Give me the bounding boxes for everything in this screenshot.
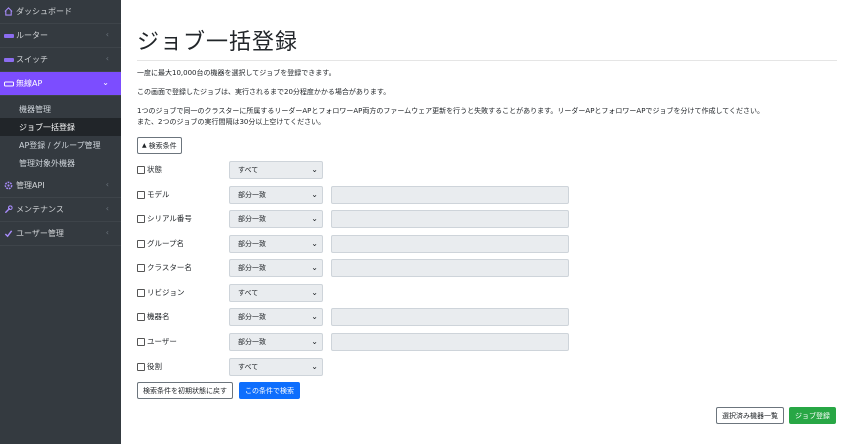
filter-label-cluster: クラスター名 <box>147 263 192 272</box>
sidebar: ダッシュボード ルーター ‹ スイッチ ‹ 無線AP ⌄ 機器管理 ジョブ一括登… <box>0 0 121 444</box>
filter-label-group: グループ名 <box>147 239 185 248</box>
chevron-down-icon: ⌄ <box>311 288 318 297</box>
filter-select-model-value: 部分一致 <box>238 191 266 199</box>
filter-select-role-value: すべて <box>238 363 259 371</box>
filter-label-model: モデル <box>147 190 170 199</box>
sidebar-item-bulk-job-registration[interactable]: ジョブ一括登録 <box>0 118 121 136</box>
sidebar-item-ap-group-management[interactable]: AP登録 / グループ管理 <box>0 136 121 154</box>
filter-checkbox-role[interactable] <box>137 363 145 371</box>
chevron-left-icon: ‹ <box>105 30 109 39</box>
home-icon <box>3 7 14 16</box>
search-conditions-toggle-label: 検索条件 <box>148 141 177 150</box>
router-icon <box>3 33 14 38</box>
filter-label-status: 状態 <box>147 165 162 174</box>
gear-icon <box>3 181 14 190</box>
caret-up-icon: ▲ <box>142 142 147 149</box>
filter-select-cluster-value: 部分一致 <box>238 264 266 272</box>
reset-search-button[interactable]: 検索条件を初期状態に戻す <box>137 382 233 399</box>
filter-select-group[interactable]: 部分一致 ⌄ <box>229 235 323 253</box>
access-point-icon <box>3 81 14 87</box>
sidebar-item-unmanaged-devices[interactable]: 管理対象外機器 <box>0 154 121 172</box>
page-title: ジョブ一括登録 <box>137 30 299 55</box>
sidebar-item-device-management[interactable]: 機器管理 <box>0 100 121 118</box>
filter-label-user: ユーザー <box>147 337 177 346</box>
nav-router-label: ルーター <box>16 31 48 40</box>
filter-select-revision[interactable]: すべて ⌄ <box>229 284 323 302</box>
filter-label-revision: リビジョン <box>147 288 185 297</box>
nav-wireless-ap-label: 無線AP <box>16 79 43 88</box>
nav-maintenance-label: メンテナンス <box>16 205 64 214</box>
chevron-left-icon: ‹ <box>105 180 109 189</box>
chevron-down-icon: ⌄ <box>311 190 318 199</box>
chevron-down-icon: ⌄ <box>311 263 318 272</box>
filter-checkbox-cluster[interactable] <box>137 264 145 272</box>
selected-devices-list-button[interactable]: 選択済み機器一覧 <box>716 407 784 424</box>
filter-checkbox-device-name[interactable] <box>137 313 145 321</box>
description-interval-warning: また、2つのジョブの実行間隔は30分以上空けてください。 <box>137 118 326 126</box>
nav-dashboard[interactable]: ダッシュボード <box>0 0 121 24</box>
filter-input-group[interactable] <box>331 235 569 253</box>
filter-input-cluster[interactable] <box>331 259 569 277</box>
chevron-left-icon: ‹ <box>105 54 109 63</box>
filter-select-revision-value: すべて <box>238 289 259 297</box>
filter-label-role: 役割 <box>147 362 162 371</box>
nav-maintenance[interactable]: メンテナンス ‹ <box>0 198 121 222</box>
filter-checkbox-user[interactable] <box>137 338 145 346</box>
filter-select-status[interactable]: すべて ⌄ <box>229 161 323 179</box>
search-button[interactable]: この条件で検索 <box>239 382 300 399</box>
title-divider <box>137 60 837 61</box>
chevron-down-icon: ⌄ <box>311 239 318 248</box>
filter-checkbox-status[interactable] <box>137 166 145 174</box>
wireless-ap-submenu: 機器管理 ジョブ一括登録 AP登録 / グループ管理 管理対象外機器 <box>0 96 121 174</box>
filter-checkbox-serial[interactable] <box>137 215 145 223</box>
filter-checkbox-group[interactable] <box>137 240 145 248</box>
nav-management-api-label: 管理API <box>16 181 45 190</box>
nav-user-management[interactable]: ユーザー管理 ‹ <box>0 222 121 246</box>
filter-select-user-value: 部分一致 <box>238 338 266 346</box>
description-max-devices: 一度に最大10,000台の機器を選択してジョブを登録できます。 <box>137 69 336 77</box>
chevron-down-icon: ⌄ <box>311 337 318 346</box>
filter-input-serial[interactable] <box>331 210 569 228</box>
wrench-icon <box>3 205 14 214</box>
nav-user-management-label: ユーザー管理 <box>16 229 64 238</box>
chevron-down-icon: ⌄ <box>311 362 318 371</box>
nav-management-api[interactable]: 管理API ‹ <box>0 174 121 198</box>
filter-select-model[interactable]: 部分一致 ⌄ <box>229 186 323 204</box>
filter-input-model[interactable] <box>331 186 569 204</box>
search-conditions-toggle-button[interactable]: ▲ 検索条件 <box>137 137 182 154</box>
filter-select-status-value: すべて <box>238 166 259 174</box>
chevron-down-icon: ⌄ <box>102 78 109 87</box>
chevron-left-icon: ‹ <box>105 204 109 213</box>
register-job-button[interactable]: ジョブ登録 <box>789 407 836 424</box>
switch-icon <box>3 57 14 62</box>
nav-switch[interactable]: スイッチ ‹ <box>0 48 121 72</box>
nav-switch-label: スイッチ <box>16 55 48 64</box>
filter-select-serial-value: 部分一致 <box>238 215 266 223</box>
nav-dashboard-label: ダッシュボード <box>16 7 72 16</box>
description-cluster-warning: 1つのジョブで同一のクラスターに所属するリーダーAPとフォロワーAP両方のファー… <box>137 107 765 115</box>
filter-label-serial: シリアル番号 <box>147 214 192 223</box>
check-icon <box>3 229 14 238</box>
filter-select-group-value: 部分一致 <box>238 240 266 248</box>
filter-select-cluster[interactable]: 部分一致 ⌄ <box>229 259 323 277</box>
nav-router[interactable]: ルーター ‹ <box>0 24 121 48</box>
description-execution-delay: この画面で登録したジョブは、実行されるまで20分程度かかる場合があります。 <box>137 88 391 96</box>
chevron-left-icon: ‹ <box>105 228 109 237</box>
main-content: ジョブ一括登録 一度に最大10,000台の機器を選択してジョブを登録できます。 … <box>121 0 847 444</box>
chevron-down-icon: ⌄ <box>311 312 318 321</box>
filter-input-user[interactable] <box>331 333 569 351</box>
chevron-down-icon: ⌄ <box>311 214 318 223</box>
chevron-down-icon: ⌄ <box>311 165 318 174</box>
nav-wireless-ap[interactable]: 無線AP ⌄ <box>0 72 121 96</box>
filter-checkbox-revision[interactable] <box>137 289 145 297</box>
filter-label-device-name: 機器名 <box>147 312 170 321</box>
filter-input-device-name[interactable] <box>331 308 569 326</box>
filter-checkbox-model[interactable] <box>137 191 145 199</box>
filter-select-device-name-value: 部分一致 <box>238 313 266 321</box>
filter-select-user[interactable]: 部分一致 ⌄ <box>229 333 323 351</box>
filter-select-device-name[interactable]: 部分一致 ⌄ <box>229 308 323 326</box>
filter-select-role[interactable]: すべて ⌄ <box>229 358 323 376</box>
filter-select-serial[interactable]: 部分一致 ⌄ <box>229 210 323 228</box>
